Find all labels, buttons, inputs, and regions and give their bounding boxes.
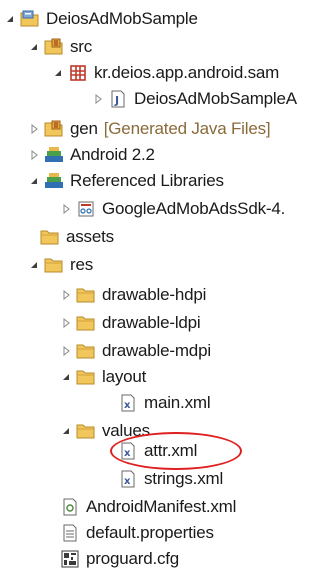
jar-icon — [76, 199, 96, 219]
tree-item-proguard-cfg[interactable]: proguard.cfg — [60, 546, 179, 572]
expanded-arrow-icon[interactable] — [28, 34, 40, 60]
tree-item-res[interactable]: res — [28, 252, 93, 278]
drawable-ldpi-label: drawable-ldpi — [102, 313, 201, 332]
folder-icon — [40, 227, 60, 247]
expanded-arrow-icon[interactable] — [4, 6, 16, 32]
src-label: src — [70, 37, 93, 56]
package-icon — [68, 63, 88, 83]
folder-icon — [76, 285, 96, 305]
java-file-icon: J — [108, 89, 128, 109]
expanded-arrow-icon[interactable] — [28, 252, 40, 278]
android-library-label: Android 2.2 — [70, 145, 155, 164]
tree-item-project-root[interactable]: DeiosAdMobSample — [4, 6, 198, 32]
collapsed-arrow-icon[interactable] — [60, 196, 72, 222]
highlight-circle — [110, 432, 242, 470]
xml-file-icon: x — [118, 393, 138, 413]
res-label: res — [70, 255, 94, 274]
tree-item-android-manifest[interactable]: AndroidManifest.xml — [60, 494, 236, 520]
referenced-libraries-label: Referenced Libraries — [70, 171, 224, 190]
folder-icon — [76, 341, 96, 361]
drawable-mdpi-label: drawable-mdpi — [102, 341, 211, 360]
expanded-arrow-icon[interactable] — [60, 418, 72, 444]
svg-text:x: x — [124, 476, 131, 487]
collapsed-arrow-icon[interactable] — [28, 142, 40, 168]
source-folder-icon — [44, 119, 64, 139]
folder-icon — [44, 255, 64, 275]
drawable-hdpi-label: drawable-hdpi — [102, 285, 207, 304]
tree-item-gen[interactable]: gen [Generated Java Files] — [28, 116, 271, 142]
tree-item-main-xml[interactable]: x main.xml — [118, 390, 211, 416]
expanded-arrow-icon[interactable] — [60, 364, 72, 390]
source-folder-icon — [44, 37, 64, 57]
jar-label: GoogleAdMobAdsSdk-4. — [102, 199, 286, 218]
folder-icon — [76, 367, 96, 387]
tree-item-default-properties[interactable]: default.properties — [60, 520, 214, 546]
config-file-icon — [60, 549, 80, 569]
svg-text:x: x — [124, 400, 131, 411]
text-file-icon — [60, 523, 80, 543]
library-icon — [44, 145, 64, 165]
project-explorer-tree: DeiosAdMobSample src kr.deios.app.androi… — [0, 0, 320, 574]
java-file-label: DeiosAdMobSampleA — [134, 89, 297, 108]
project-folder-icon — [20, 9, 40, 29]
folder-icon — [76, 421, 96, 441]
xml-file-icon: x — [118, 469, 138, 489]
tree-item-android-library[interactable]: Android 2.2 — [28, 142, 155, 168]
manifest-file-icon — [60, 497, 80, 517]
svg-text:J: J — [114, 94, 119, 107]
assets-label: assets — [66, 227, 114, 246]
collapsed-arrow-icon[interactable] — [28, 116, 40, 142]
tree-item-strings-xml[interactable]: x strings.xml — [118, 466, 223, 492]
expanded-arrow-icon[interactable] — [52, 60, 64, 86]
strings-xml-label: strings.xml — [144, 469, 224, 488]
gen-label: gen — [70, 119, 98, 138]
expanded-arrow-icon[interactable] — [28, 168, 40, 194]
layout-label: layout — [102, 367, 147, 386]
gen-decoration-label: [Generated Java Files] — [103, 119, 271, 138]
project-root-label: DeiosAdMobSample — [46, 9, 198, 28]
collapsed-arrow-icon[interactable] — [60, 282, 72, 308]
main-xml-label: main.xml — [144, 393, 211, 412]
collapsed-arrow-icon[interactable] — [60, 338, 72, 364]
tree-item-assets[interactable]: assets — [40, 224, 114, 250]
tree-item-package[interactable]: kr.deios.app.android.sam — [52, 60, 279, 86]
proguard-cfg-label: proguard.cfg — [86, 549, 180, 568]
tree-item-referenced-libraries[interactable]: Referenced Libraries — [28, 168, 224, 194]
library-icon — [44, 171, 64, 191]
folder-icon — [76, 313, 96, 333]
tree-item-jar[interactable]: GoogleAdMobAdsSdk-4. — [60, 196, 285, 222]
android-manifest-label: AndroidManifest.xml — [86, 497, 237, 516]
tree-item-drawable-mdpi[interactable]: drawable-mdpi — [60, 338, 211, 364]
tree-item-java-file[interactable]: J DeiosAdMobSampleA — [92, 86, 297, 112]
collapsed-arrow-icon[interactable] — [92, 86, 104, 112]
collapsed-arrow-icon[interactable] — [60, 310, 72, 336]
tree-item-src[interactable]: src — [28, 34, 92, 60]
tree-item-drawable-ldpi[interactable]: drawable-ldpi — [60, 310, 201, 336]
tree-item-layout[interactable]: layout — [60, 364, 146, 390]
default-properties-label: default.properties — [86, 523, 214, 542]
tree-item-drawable-hdpi[interactable]: drawable-hdpi — [60, 282, 206, 308]
package-label: kr.deios.app.android.sam — [94, 63, 280, 82]
